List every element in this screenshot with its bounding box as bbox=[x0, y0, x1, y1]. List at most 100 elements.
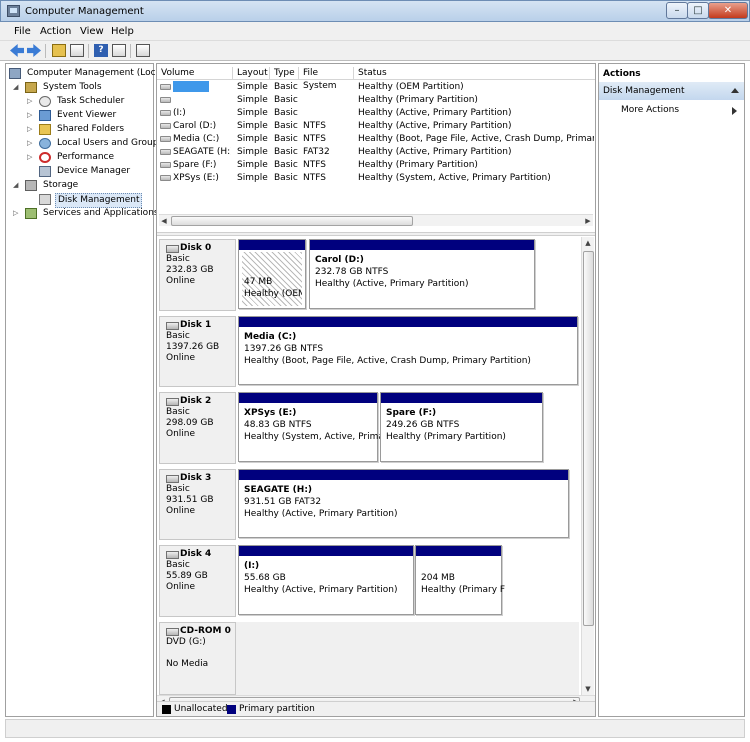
partition-size: 47 MB bbox=[244, 277, 273, 287]
menu-file[interactable]: File bbox=[14, 26, 31, 37]
column-header-type[interactable]: Type bbox=[270, 67, 299, 80]
disk-view-vertical-scrollbar[interactable]: ▲ ▼ bbox=[581, 237, 594, 695]
partition-block[interactable]: Media (C:) 1397.26 GB NTFS Healthy (Boot, … bbox=[238, 316, 578, 385]
column-header-file-system[interactable]: File System bbox=[299, 67, 354, 91]
disk-name: Disk 0 bbox=[166, 243, 235, 254]
collapsed-arrow-icon[interactable]: ▷ bbox=[27, 112, 34, 119]
collapsed-arrow-icon[interactable]: ▷ bbox=[27, 140, 34, 147]
back-arrow-icon[interactable] bbox=[10, 44, 24, 57]
disk-label[interactable]: Disk 3 Basic 931.51 GB Online bbox=[159, 469, 236, 540]
scrollbar-thumb[interactable] bbox=[583, 251, 594, 626]
disk-label[interactable]: Disk 1 Basic 1397.26 GB Online bbox=[159, 316, 236, 387]
partition-status: Healthy (Active, Primary Partition) bbox=[315, 279, 469, 289]
partition-block[interactable]: XPSys (E:) 48.83 GB NTFS Healthy (System, … bbox=[238, 392, 388, 462]
volume-row[interactable]: SEAGATE (H:) Simple Basic FAT32 Healthy (Act… bbox=[157, 146, 595, 159]
disk-management-pane: Volume Layout Type File System Status Si… bbox=[156, 63, 596, 717]
pane-splitter[interactable] bbox=[157, 232, 595, 236]
partition-info: Carol (D:) 232.78 GB NTFS Healthy (Active,… bbox=[315, 254, 468, 290]
users-icon bbox=[39, 138, 51, 149]
collapsed-arrow-icon[interactable]: ▷ bbox=[13, 210, 20, 217]
column-header-status[interactable]: Status bbox=[354, 67, 595, 80]
up-folder-icon[interactable] bbox=[52, 44, 66, 57]
partition-status: Healthy (Primary F bbox=[421, 585, 506, 595]
more-actions-item[interactable]: More Actions bbox=[621, 104, 679, 116]
collapse-arrow-icon[interactable] bbox=[731, 88, 739, 93]
column-header-volume[interactable]: Volume bbox=[157, 67, 233, 80]
volume-cell-status: Healthy (Primary Partition) bbox=[358, 95, 478, 105]
maximize-button[interactable]: □ bbox=[687, 2, 709, 19]
performance-icon bbox=[39, 152, 51, 163]
disk-label[interactable]: Disk 4 Basic 55.89 GB Online bbox=[159, 545, 236, 617]
forward-arrow-icon[interactable] bbox=[27, 44, 41, 57]
partition-type-bar bbox=[239, 393, 377, 403]
partition-block[interactable]: (I:) 55.68 GB Healthy (Active, Primary Par… bbox=[238, 545, 414, 615]
properties-icon[interactable] bbox=[112, 44, 126, 57]
title-bar: Computer Management – □ ✕ bbox=[0, 0, 750, 22]
partition-name: (I:) bbox=[244, 561, 260, 571]
volume-row[interactable]: XPSys (E:) Simple Basic NTFS Healthy (System… bbox=[157, 172, 595, 185]
actions-section-disk-management[interactable]: Disk Management bbox=[599, 82, 744, 100]
volume-cell-status: Healthy (Active, Primary Partition) bbox=[358, 108, 512, 118]
disk-name: Disk 2 bbox=[166, 396, 235, 407]
help-icon[interactable]: ? bbox=[94, 44, 108, 57]
partition-block[interactable]: Carol (D:) 232.78 GB NTFS Healthy (Active,… bbox=[309, 239, 535, 309]
volume-cell-volume: SEAGATE (H:) bbox=[173, 147, 231, 157]
drive-icon bbox=[160, 175, 171, 181]
selected-volume-highlight[interactable] bbox=[173, 81, 209, 92]
drive-icon bbox=[160, 136, 171, 142]
partition-type-bar bbox=[239, 470, 568, 480]
partition-status: Healthy (System, Active, Primar bbox=[244, 432, 388, 442]
volume-cell-layout: Simple bbox=[237, 134, 268, 144]
disk-type: DVD (G:) bbox=[166, 637, 206, 647]
scroll-right-arrow-icon[interactable]: ▶ bbox=[583, 216, 593, 226]
show-hide-tree-icon[interactable] bbox=[70, 44, 84, 57]
disk-size: 931.51 GB bbox=[166, 495, 214, 505]
menu-help[interactable]: Help bbox=[111, 26, 134, 37]
volume-cell-volume: XPSys (E:) bbox=[173, 173, 219, 183]
scroll-up-arrow-icon[interactable]: ▲ bbox=[583, 238, 593, 248]
scroll-left-arrow-icon[interactable]: ◀ bbox=[159, 216, 169, 226]
collapsed-arrow-icon[interactable]: ▷ bbox=[27, 98, 34, 105]
disk-label[interactable]: Disk 0 Basic 232.83 GB Online bbox=[159, 239, 236, 311]
volume-row[interactable]: Simple Basic Healthy (OEM Partition) bbox=[157, 81, 595, 94]
volume-cell-type: Basic bbox=[274, 95, 298, 105]
minimize-button[interactable]: – bbox=[666, 2, 688, 19]
partition-block[interactable]: SEAGATE (H:) 931.51 GB FAT32 Healthy (Acti… bbox=[238, 469, 569, 538]
export-icon[interactable] bbox=[136, 44, 150, 57]
volume-row[interactable]: Media (C:) Simple Basic NTFS Healthy (Boot, … bbox=[157, 133, 595, 146]
volume-row[interactable]: (I:) Simple Basic Healthy (Active, Primary … bbox=[157, 107, 595, 120]
column-header-layout[interactable]: Layout bbox=[233, 67, 270, 80]
disk-name: Disk 1 bbox=[166, 320, 235, 331]
tree-label: Services and Applications bbox=[43, 208, 159, 218]
disk-label[interactable]: CD-ROM 0 DVD (G:) No Media bbox=[159, 622, 236, 695]
collapsed-arrow-icon[interactable]: ▷ bbox=[27, 126, 34, 133]
partition-status: Healthy (Primary Partition) bbox=[386, 432, 506, 442]
partition-block[interactable]: 47 MB Healthy (OEM bbox=[238, 239, 306, 309]
volume-row[interactable]: Carol (D:) Simple Basic NTFS Healthy (Active… bbox=[157, 120, 595, 133]
expanded-arrow-icon[interactable]: ◢ bbox=[13, 84, 20, 91]
partition-status: Healthy (Active, Primary Partition) bbox=[244, 585, 398, 595]
computer-management-icon bbox=[7, 5, 20, 17]
volume-list-scrollbar[interactable]: ◀ ▶ bbox=[159, 214, 593, 226]
partition-block[interactable]: 204 MB Healthy (Primary F bbox=[415, 545, 506, 615]
disk-size: 1397.26 GB bbox=[166, 342, 220, 352]
volume-row[interactable]: Spare (F:) Simple Basic NTFS Healthy (Primar… bbox=[157, 159, 595, 172]
menu-view[interactable]: View bbox=[80, 26, 104, 37]
disk-label[interactable]: Disk 2 Basic 298.09 GB Online bbox=[159, 392, 236, 464]
close-button[interactable]: ✕ bbox=[708, 2, 748, 19]
expanded-arrow-icon[interactable]: ◢ bbox=[13, 182, 20, 189]
scrollbar-thumb[interactable] bbox=[171, 216, 413, 226]
disk-state: Online bbox=[166, 353, 196, 363]
menu-action[interactable]: Action bbox=[40, 26, 71, 37]
submenu-arrow-icon[interactable] bbox=[732, 107, 737, 115]
volume-row[interactable]: Simple Basic Healthy (Primary Partition) bbox=[157, 94, 595, 107]
partition-block[interactable]: Spare (F:) 249.26 GB NTFS Healthy (Primary… bbox=[380, 392, 543, 462]
volume-cell-type: Basic bbox=[274, 82, 298, 92]
partition-name bbox=[421, 560, 505, 572]
volume-cell-layout: Simple bbox=[237, 95, 268, 105]
scroll-down-arrow-icon[interactable]: ▼ bbox=[583, 684, 593, 694]
volume-cell-type: Basic bbox=[274, 134, 298, 144]
collapsed-arrow-icon[interactable]: ▷ bbox=[27, 154, 34, 161]
toolbar: ? bbox=[0, 41, 750, 61]
volume-cell-layout: Simple bbox=[237, 160, 268, 170]
